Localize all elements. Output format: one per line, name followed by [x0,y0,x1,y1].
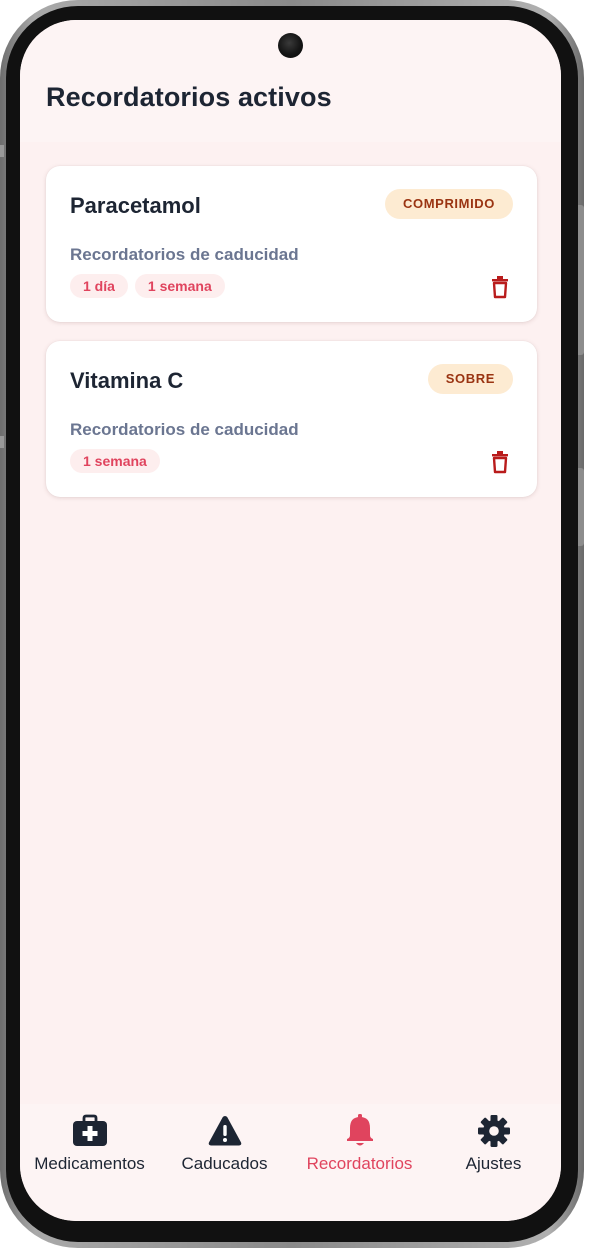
phone-edge-detail [0,145,4,157]
medication-type-badge: COMPRIMIDO [385,189,513,219]
expiry-reminders-label: Recordatorios de caducidad [70,245,299,264]
medication-type-badge: SOBRE [427,364,513,394]
power-button [578,205,584,355]
app-screen: Recordatorios activos Paracetamol COMPRI… [20,20,561,1221]
reminder-card: Vitamina C SOBRE Recordatorios de caduci… [46,341,537,497]
nav-item-ajustes[interactable]: Ajustes [426,1114,561,1194]
bottom-navigation: Medicamentos Caducados Recordatorios Aju… [20,1104,561,1221]
nav-item-medicamentos[interactable]: Medicamentos [22,1114,157,1194]
phone-edge-detail [0,436,4,448]
reminder-chip: 1 día [70,274,128,298]
reminder-chip: 1 semana [70,449,160,473]
nav-label: Medicamentos [34,1154,145,1173]
medication-name: Vitamina C [70,368,184,393]
reminder-list: Paracetamol COMPRIMIDO Recordatorios de … [46,166,537,516]
delete-reminder-button[interactable] [489,450,511,474]
delete-reminder-button[interactable] [489,275,511,299]
warning-icon [208,1116,241,1146]
reminder-card: Paracetamol COMPRIMIDO Recordatorios de … [46,166,537,322]
nav-label: Caducados [181,1154,268,1173]
reminder-chips: 1 semana [70,449,160,473]
reminder-chip: 1 semana [134,274,225,298]
medication-name: Paracetamol [70,193,201,218]
nav-item-caducados[interactable]: Caducados [157,1114,292,1194]
first-aid-kit-icon [72,1114,107,1146]
bell-icon [346,1114,373,1146]
trash-icon [492,451,508,474]
front-camera [278,33,303,58]
reminder-chips: 1 día 1 semana [70,274,225,298]
volume-button [578,468,584,546]
phone-frame: Recordatorios activos Paracetamol COMPRI… [0,0,584,1248]
nav-label: Recordatorios [306,1154,413,1173]
gear-icon [477,1115,510,1147]
nav-item-recordatorios[interactable]: Recordatorios [292,1114,427,1194]
expiry-reminders-label: Recordatorios de caducidad [70,420,299,439]
trash-icon [492,276,508,299]
page-title: Recordatorios activos [46,82,332,112]
nav-label: Ajustes [465,1154,522,1173]
